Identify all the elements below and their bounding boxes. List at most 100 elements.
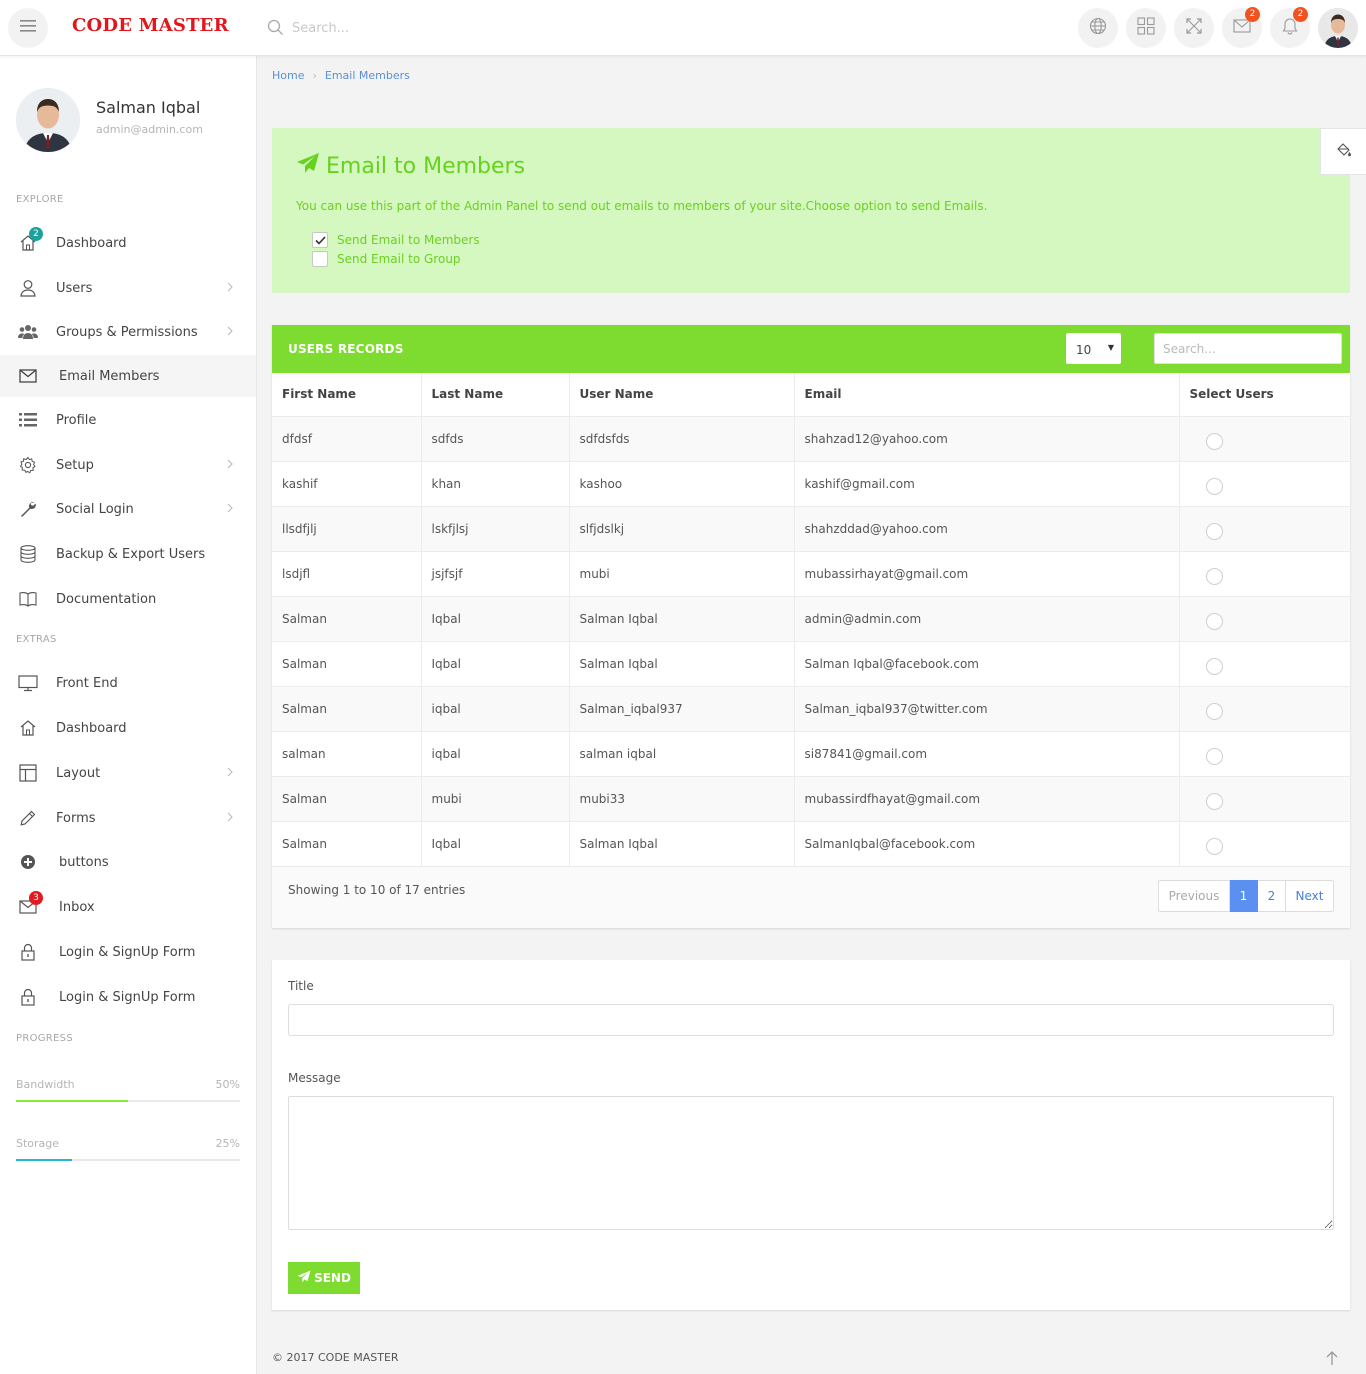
list-icon xyxy=(18,410,38,430)
table-row: Salman iqbal Salman_iqbal937 Salman_iqba… xyxy=(272,686,1350,732)
cell-first-name: salman xyxy=(272,731,422,777)
send-button-label: SEND xyxy=(314,1271,351,1285)
select-user-radio[interactable] xyxy=(1205,523,1223,540)
inbox-badge: 3 xyxy=(29,891,43,905)
sidebar-item-login-signup[interactable]: Login & SignUp Form xyxy=(0,931,256,973)
panel-title-text: Email to Members xyxy=(326,153,526,179)
sidebar-item-documentation[interactable]: Documentation xyxy=(0,578,256,620)
column-header-user-name[interactable]: User Name xyxy=(569,373,795,417)
bandwidth-fill xyxy=(16,1100,128,1102)
select-user-radio[interactable] xyxy=(1205,433,1223,450)
previous-page-button[interactable]: Previous xyxy=(1158,880,1230,912)
sidebar-item-inbox[interactable]: 3 Inbox xyxy=(0,886,256,928)
select-user-radio[interactable] xyxy=(1205,748,1223,765)
profile-avatar[interactable] xyxy=(16,88,80,152)
theme-settings-button[interactable] xyxy=(1320,128,1366,175)
chevron-right-icon xyxy=(226,281,234,297)
cell-user-name: kashoo xyxy=(569,461,795,507)
column-header-last-name[interactable]: Last Name xyxy=(421,373,570,417)
panel-description: You can use this part of the Admin Panel… xyxy=(296,199,988,213)
select-user-radio[interactable] xyxy=(1205,838,1223,855)
apps-button[interactable] xyxy=(1126,8,1166,48)
sidebar-item-layout[interactable]: Layout xyxy=(0,752,256,794)
sidebar-item-label: Setup xyxy=(56,457,94,473)
page-length-select[interactable]: 10 ▼ xyxy=(1066,333,1121,364)
sidebar-item-social-login[interactable]: Social Login xyxy=(0,488,256,530)
menu-toggle-button[interactable] xyxy=(8,8,48,48)
cell-select xyxy=(1179,551,1350,597)
storage-fill xyxy=(16,1159,72,1161)
sidebar-item-label: Inbox xyxy=(59,899,95,915)
notifications-button[interactable]: 2 xyxy=(1270,7,1310,48)
storage-value: 25% xyxy=(215,1137,240,1150)
sidebar-item-forms[interactable]: Forms xyxy=(0,797,256,839)
cell-select xyxy=(1179,821,1350,867)
breadcrumb-home[interactable]: Home xyxy=(272,69,304,82)
sidebar-item-dashboard-extra[interactable]: Dashboard xyxy=(0,707,256,749)
select-user-radio[interactable] xyxy=(1205,613,1223,630)
home-icon xyxy=(18,718,38,738)
message-label: Message xyxy=(288,1071,341,1085)
cell-first-name: Salman xyxy=(272,821,422,867)
sidebar-item-dashboard[interactable]: 2 Dashboard xyxy=(0,222,256,264)
cell-select xyxy=(1179,686,1350,732)
select-user-radio[interactable] xyxy=(1205,658,1223,675)
select-user-radio[interactable] xyxy=(1205,703,1223,720)
lock-icon xyxy=(18,942,38,962)
page-2-button[interactable]: 2 xyxy=(1258,880,1286,912)
breadcrumb-current[interactable]: Email Members xyxy=(325,69,410,82)
select-user-radio[interactable] xyxy=(1205,793,1223,810)
table-search-input[interactable] xyxy=(1154,333,1342,364)
title-input[interactable] xyxy=(288,1004,1334,1036)
database-icon xyxy=(18,544,38,564)
table-row: kashif khan kashoo kashif@gmail.com xyxy=(272,461,1350,507)
sidebar-item-front-end[interactable]: Front End xyxy=(0,662,256,704)
sidebar-item-users[interactable]: Users xyxy=(0,267,256,309)
send-to-members-label: Send Email to Members xyxy=(337,233,480,247)
plus-circle-icon xyxy=(18,852,38,872)
send-to-group-option[interactable]: Send Email to Group xyxy=(312,251,461,267)
profile-email: admin@admin.com xyxy=(96,123,203,136)
expand-icon xyxy=(1185,17,1203,39)
send-to-group-checkbox[interactable] xyxy=(312,251,328,267)
sidebar-item-setup[interactable]: Setup xyxy=(0,444,256,486)
message-textarea[interactable] xyxy=(288,1096,1334,1230)
chevron-right-icon xyxy=(226,811,234,827)
cell-email: kashif@gmail.com xyxy=(794,461,1180,507)
select-user-radio[interactable] xyxy=(1205,568,1223,585)
sidebar-item-email-members[interactable]: Email Members xyxy=(0,355,256,397)
sidebar-item-buttons[interactable]: buttons xyxy=(0,841,256,883)
column-header-first-name[interactable]: First Name xyxy=(272,373,422,417)
global-search-input[interactable] xyxy=(292,14,592,42)
cell-user-name: slfjdslkj xyxy=(569,506,795,552)
select-user-radio[interactable] xyxy=(1205,478,1223,495)
messages-button[interactable]: 2 xyxy=(1222,7,1262,48)
send-button[interactable]: SEND xyxy=(288,1262,360,1294)
page-1-button[interactable]: 1 xyxy=(1230,880,1258,912)
language-button[interactable] xyxy=(1078,8,1118,48)
sidebar-item-login-signup-2[interactable]: Login & SignUp Form xyxy=(0,976,256,1018)
cell-select xyxy=(1179,596,1350,642)
send-to-members-option[interactable]: Send Email to Members xyxy=(312,232,480,248)
send-to-group-label: Send Email to Group xyxy=(337,252,461,266)
wrench-icon xyxy=(18,499,38,519)
storage-label: Storage xyxy=(16,1137,60,1150)
cell-last-name: Iqbal xyxy=(421,641,570,687)
back-to-top-button[interactable] xyxy=(1325,1350,1339,1370)
cell-select xyxy=(1179,416,1350,462)
column-header-select-users[interactable]: Select Users xyxy=(1179,373,1350,417)
search-icon xyxy=(267,19,284,40)
table-header-row: First Name Last Name User Name Email Sel… xyxy=(272,373,1350,417)
user-avatar[interactable] xyxy=(1318,8,1358,48)
bandwidth-bar xyxy=(16,1100,240,1102)
sidebar-item-groups-permissions[interactable]: Groups & Permissions xyxy=(0,311,256,353)
next-page-button[interactable]: Next xyxy=(1286,880,1334,912)
envelope-icon xyxy=(1233,19,1251,37)
sidebar-item-backup-export[interactable]: Backup & Export Users xyxy=(0,533,256,575)
column-header-email[interactable]: Email xyxy=(794,373,1180,417)
sidebar-item-profile[interactable]: Profile xyxy=(0,399,256,441)
send-to-members-checkbox[interactable] xyxy=(312,232,328,248)
app-logo[interactable]: CODE MASTER xyxy=(72,15,229,36)
fullscreen-button[interactable] xyxy=(1174,8,1214,48)
breadcrumb: Home › Email Members xyxy=(272,69,410,82)
